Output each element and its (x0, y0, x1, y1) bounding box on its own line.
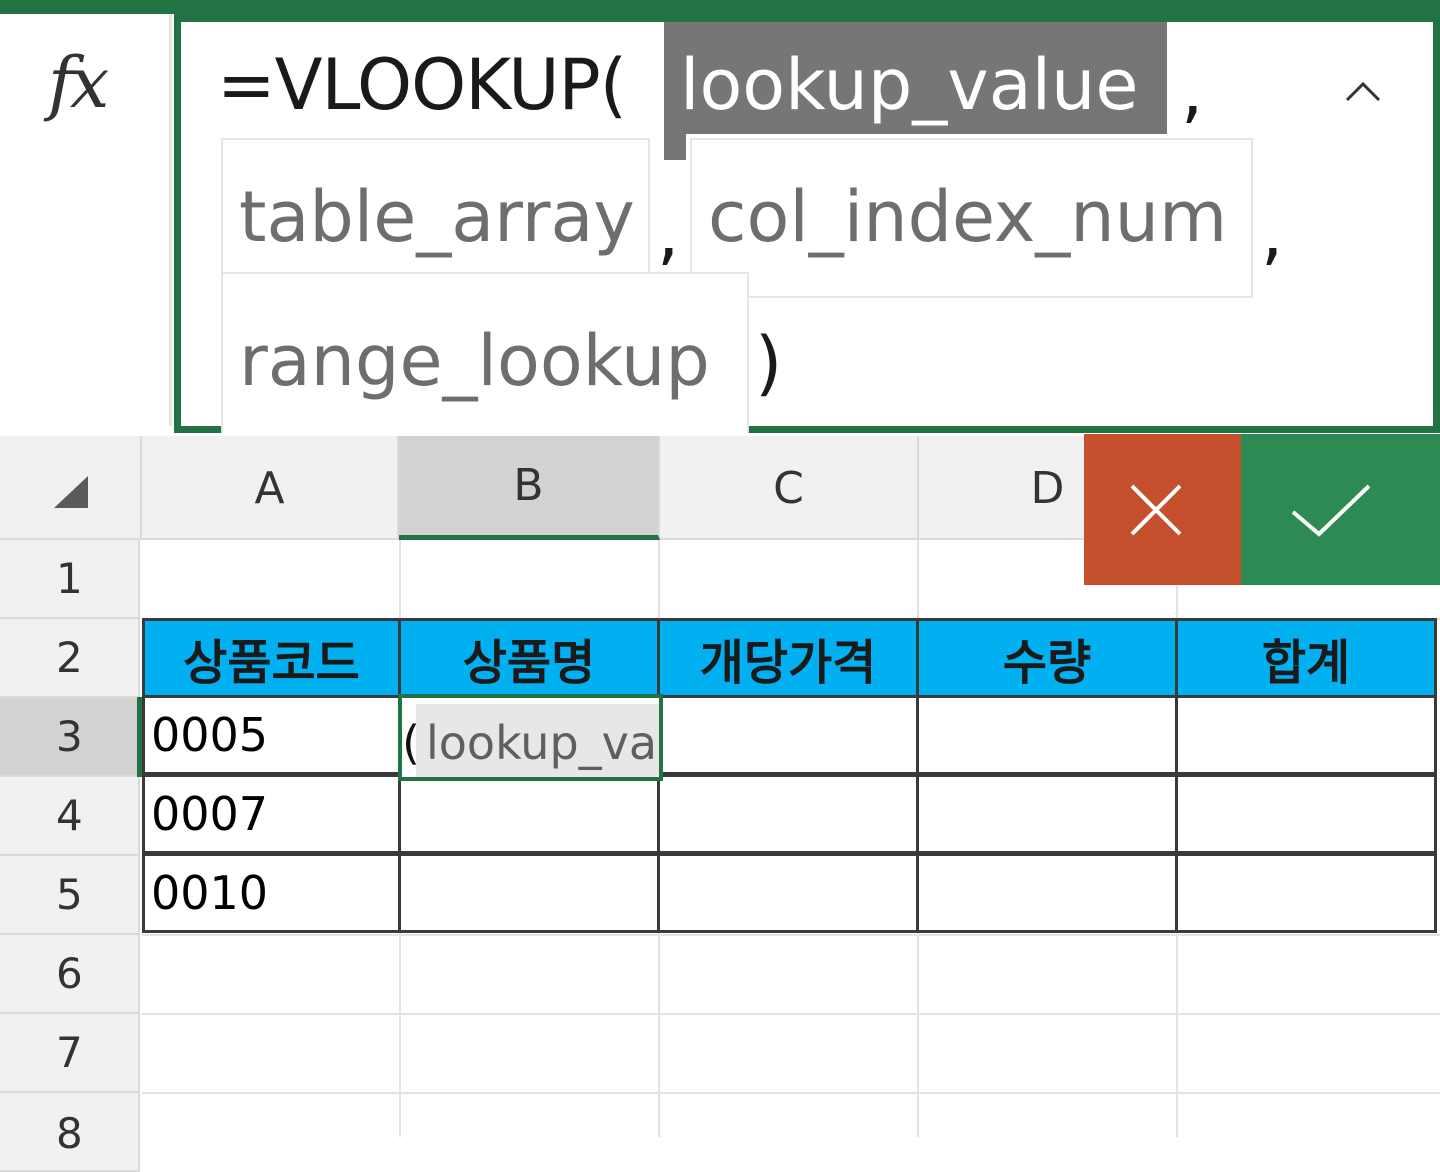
formula-close-paren: ) (755, 322, 783, 404)
table-cell[interactable]: 0010 (142, 853, 401, 933)
insert-function-area[interactable]: fx (0, 14, 172, 426)
table-header-cell[interactable]: 개당가격 (657, 618, 919, 698)
table-cell[interactable] (398, 774, 660, 854)
table-cell[interactable] (657, 695, 919, 775)
row-header-3[interactable]: 3 (0, 698, 140, 777)
enter-button[interactable] (1241, 434, 1440, 585)
row-header-2[interactable]: 2 (0, 619, 140, 698)
table-cell[interactable] (1175, 774, 1437, 854)
table-cell[interactable] (1175, 695, 1437, 775)
table-cell[interactable] (916, 774, 1178, 854)
row-header-1[interactable]: 1 (0, 540, 140, 619)
column-header-c[interactable]: C (660, 436, 919, 540)
table-cell[interactable] (1175, 853, 1437, 933)
table-cell[interactable] (657, 853, 919, 933)
active-cell-b3[interactable]: ( lookup_value (398, 694, 663, 781)
top-accent-strip (0, 0, 1440, 14)
table-cell[interactable] (916, 695, 1178, 775)
row-header-4[interactable]: 4 (0, 777, 140, 856)
checkmark-icon (1291, 484, 1371, 537)
arg-col-index-num-label: col_index_num (708, 176, 1228, 258)
table-cell[interactable] (398, 853, 660, 933)
formula-prefix: =VLOOKUP( (217, 44, 627, 126)
table-header-cell[interactable]: 수량 (916, 618, 1178, 698)
row-header-6[interactable]: 6 (0, 935, 140, 1014)
close-icon (1130, 484, 1182, 536)
table-cell[interactable] (657, 774, 919, 854)
fx-icon[interactable]: fx (48, 42, 109, 124)
arg-table-array[interactable]: table_array (221, 138, 650, 284)
gridline (142, 934, 1440, 936)
arg-range-lookup-label: range_lookup (239, 320, 710, 402)
row-header-5[interactable]: 5 (0, 856, 140, 935)
column-header-b[interactable]: B (399, 436, 660, 540)
cell-arg-hint-label: lookup_value (426, 716, 659, 770)
table-header-cell[interactable]: 상품코드 (142, 618, 401, 698)
arg-separator: , (1261, 192, 1284, 274)
formula-bar[interactable]: =VLOOKUP( lookup_value , table_array , c… (174, 14, 1440, 434)
arg-lookup-value-tab (664, 134, 686, 160)
select-all-triangle-icon (54, 476, 88, 508)
cancel-button[interactable] (1084, 434, 1241, 585)
arg-separator: , (1181, 50, 1204, 132)
table-header-cell[interactable]: 합계 (1175, 618, 1437, 698)
arg-lookup-value[interactable]: lookup_value (664, 22, 1167, 134)
row-header-7[interactable]: 7 (0, 1014, 140, 1093)
arg-lookup-value-label: lookup_value (680, 44, 1139, 126)
chevron-up-icon[interactable] (1341, 70, 1385, 114)
arg-col-index-num[interactable]: col_index_num (690, 138, 1253, 298)
table-cell[interactable]: 0005 (142, 695, 401, 775)
gridline (142, 1013, 1440, 1015)
column-header-a[interactable]: A (142, 436, 399, 540)
row-header-8[interactable]: 8 (0, 1093, 140, 1172)
select-all-button[interactable] (0, 436, 142, 540)
table-cell[interactable] (916, 853, 1178, 933)
arg-table-array-label: table_array (239, 176, 635, 258)
table-header-cell[interactable]: 상품명 (398, 618, 660, 698)
arg-separator: , (657, 192, 680, 274)
cell-arg-hint: lookup_value (416, 704, 659, 777)
arg-range-lookup[interactable]: range_lookup (221, 272, 749, 434)
table-cell[interactable]: 0007 (142, 774, 401, 854)
gridline (142, 1092, 1440, 1094)
